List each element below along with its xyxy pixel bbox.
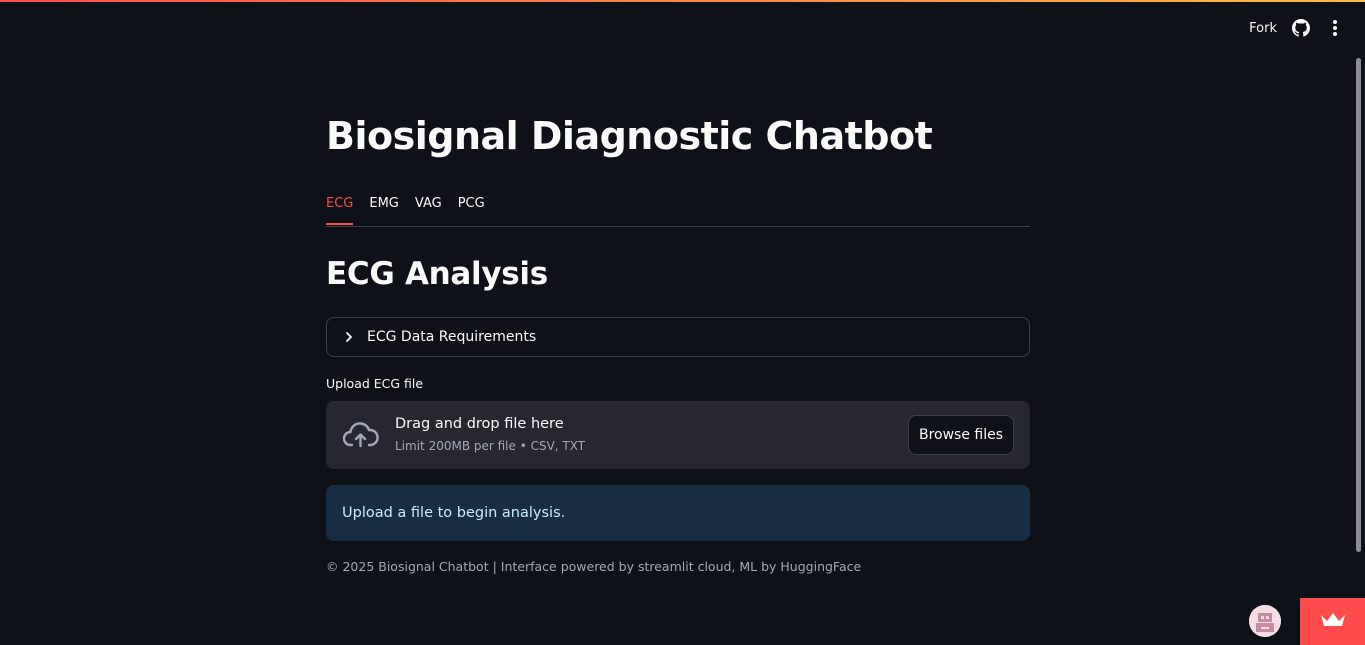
expander-label: ECG Data Requirements [367,329,537,345]
tab-emg[interactable]: EMG [369,187,399,225]
info-alert: Upload a file to begin analysis. [326,485,1030,541]
file-dropzone[interactable]: Drag and drop file here Limit 200MB per … [326,401,1030,469]
tab-vag[interactable]: VAG [415,187,442,225]
kebab-menu-icon[interactable] [1325,18,1345,38]
dropzone-subtitle: Limit 200MB per file • CSV, TXT [395,439,586,453]
dropzone-text: Drag and drop file here Limit 200MB per … [395,414,585,454]
cloud-upload-icon [342,421,380,449]
github-icon[interactable] [1291,18,1311,38]
upload-label: Upload ECG file [326,376,424,391]
header-actions: Fork [1249,16,1345,40]
tab-bar: ECG EMG VAG PCG [326,187,1030,227]
chevron-right-icon [343,331,355,343]
streamlit-badge[interactable] [1300,598,1365,645]
footer-text: © 2025 Biosignal Chatbot | Interface pow… [326,559,862,574]
crown-icon [1319,611,1347,633]
page-title: Biosignal Diagnostic Chatbot [326,114,933,158]
section-title: ECG Analysis [326,256,548,292]
scrollbar[interactable] [1356,58,1361,552]
info-message: Upload a file to begin analysis. [342,505,566,521]
tab-pcg[interactable]: PCG [458,187,485,225]
requirements-expander[interactable]: ECG Data Requirements [326,317,1030,357]
fork-link[interactable]: Fork [1249,21,1277,36]
user-avatar-icon[interactable] [1249,605,1281,637]
tab-ecg[interactable]: ECG [326,187,354,225]
top-accent-bar [0,0,1365,2]
dropzone-title: Drag and drop file here [395,416,564,432]
browse-files-button[interactable]: Browse files [908,415,1014,455]
